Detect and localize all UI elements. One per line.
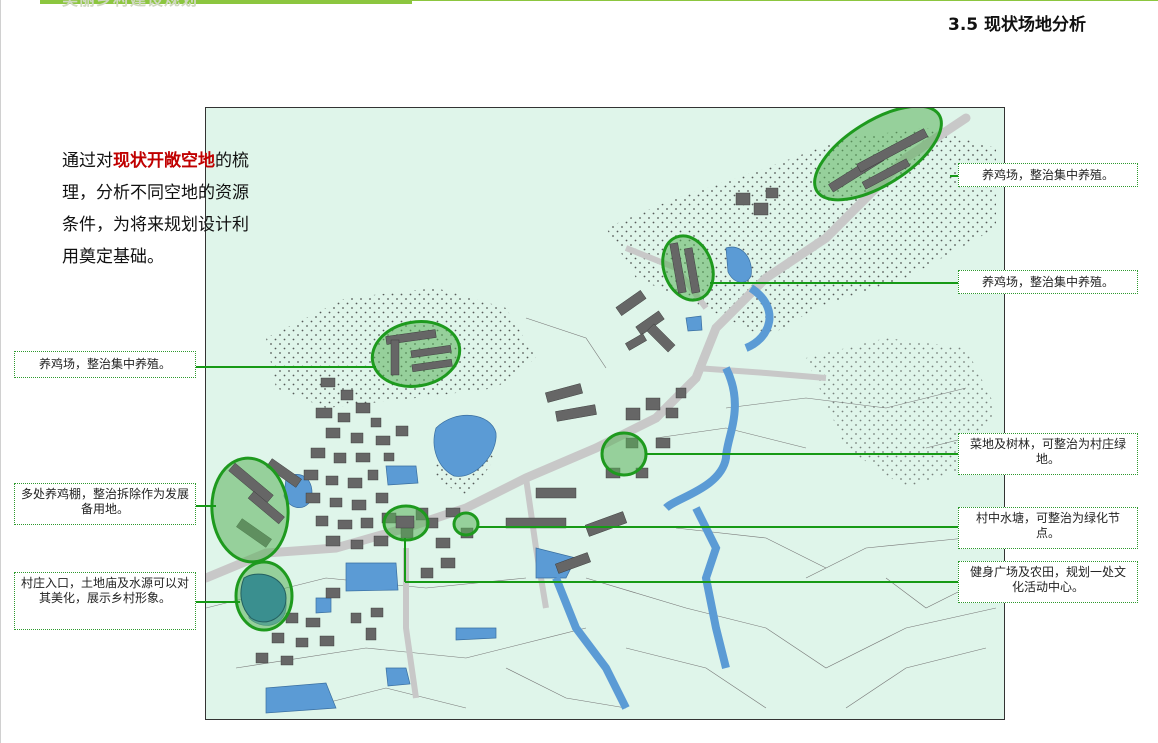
circle-pond [452,511,480,537]
callout-chicken-farm-e: 养鸡场，整治集中养殖。 [958,270,1138,294]
streams [552,284,774,710]
leader-c2 [710,282,958,284]
callout-plaza: 健身广场及农田，规划一处文化活动中心。 [958,561,1138,603]
forest-dots-north [606,128,996,338]
leader-c7 [405,581,958,583]
leader-c3 [196,366,376,368]
document-title-fragment: 美丽乡村建设规划 [62,0,198,10]
map-drawing [206,108,997,714]
callout-vegetable-field: 菜地及树林，可整治为村庄绿地。 [958,433,1138,475]
intro-pre: 通过对 [62,151,113,171]
callout-coops-west: 多处养鸡棚，整治拆除作为发展备用地。 [14,483,196,525]
top-accent-line [412,0,1158,1]
leader-c5 [196,505,216,507]
leader-c7-vertical [404,538,406,582]
callout-chicken-farm-w: 养鸡场，整治集中养殖。 [14,351,196,378]
leader-c4 [645,453,958,455]
page-left-rule [0,0,1,743]
leader-c1 [950,175,958,177]
site-analysis-map [205,107,1005,720]
intro-highlight: 现状开敞空地 [113,151,215,171]
leader-c8 [196,601,240,603]
callout-entrance: 村庄入口，土地庙及水源可以对其美化，展示乡村形象。 [14,572,196,630]
callout-pond: 村中水塘，可整治为绿化节点。 [958,507,1138,549]
intro-text: 通过对现状开敞空地的梳理，分析不同空地的资源条件，为将来规划设计利用奠定基础。 [62,145,262,273]
top-bar: 美丽乡村建设规划 [0,0,1158,10]
callout-chicken-farm-ne: 养鸡场，整治集中养殖。 [958,163,1138,187]
section-title: 3.5 现状场地分析 [948,15,1087,35]
leader-c6 [478,526,958,528]
circle-vegetable-field [600,431,648,477]
